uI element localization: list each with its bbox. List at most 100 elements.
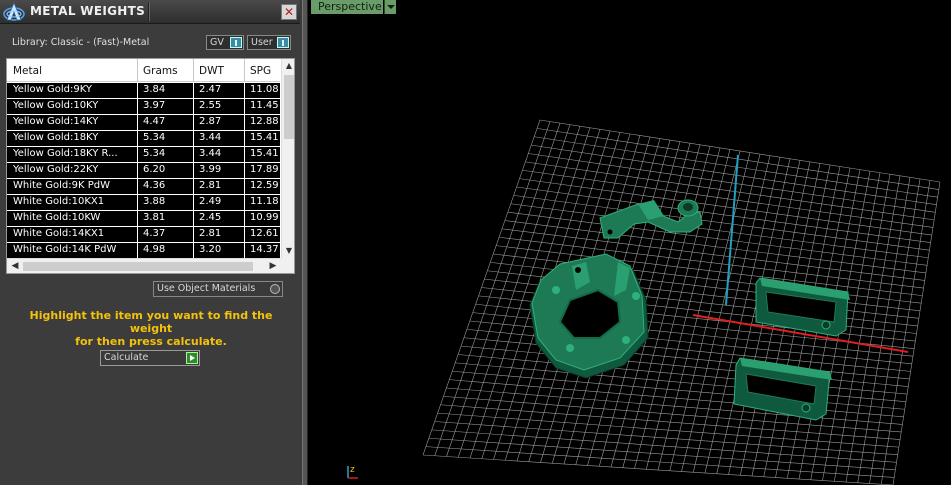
metal-weights-panel: METAL WEIGHTS ✕ Library: Classic - (Fast… — [0, 0, 302, 485]
cell-dwt: 2.49 — [199, 196, 222, 207]
clasp-arm-model[interactable] — [599, 199, 703, 239]
instruction-line: for then press calculate. — [75, 335, 227, 348]
cell-metal: Yellow Gold:18KY R... — [13, 148, 118, 159]
radio-icon[interactable] — [270, 284, 280, 294]
cell-spg: 12.88 — [250, 116, 279, 127]
use-object-materials-label: Use Object Materials — [157, 283, 256, 294]
grid-line — [425, 446, 895, 478]
cell-spg: 12.61 — [250, 228, 279, 239]
ring-model[interactable] — [529, 253, 649, 379]
instruction-line: Highlight the item you want to find the … — [29, 309, 273, 335]
grid-line — [857, 177, 911, 483]
cell-metal: White Gold:9K PdW — [13, 180, 110, 191]
grid-line — [422, 454, 894, 485]
grid-line — [845, 175, 901, 483]
cell-grams: 3.81 — [143, 212, 166, 223]
cell-grams: 3.84 — [143, 84, 166, 95]
table-row[interactable]: Yellow Gold:18KY 5.34 3.44 15.41 — [7, 131, 280, 147]
cell-grams: 4.98 — [143, 244, 166, 255]
scroll-down-arrow-icon[interactable]: ▼ — [282, 244, 294, 258]
table-horizontal-scrollbar[interactable]: ◀ ▶ — [7, 258, 281, 273]
cell-metal: White Gold:10KX1 — [13, 196, 105, 207]
user-toggle[interactable]: User — [247, 35, 291, 50]
table-row[interactable]: White Gold:10KX1 3.88 2.49 11.18 — [7, 195, 280, 211]
use-object-materials-option[interactable]: Use Object Materials — [153, 281, 283, 297]
vertical-scroll-thumb[interactable] — [284, 75, 294, 139]
cell-spg: 17.89 — [250, 164, 279, 175]
column-header-metal[interactable]: Metal — [13, 65, 42, 77]
panel-title: METAL WEIGHTS — [30, 4, 146, 18]
column-header-dwt[interactable]: DWT — [199, 65, 224, 77]
cell-metal: Yellow Gold:14KY — [13, 116, 99, 127]
table-row[interactable]: Yellow Gold:18KY R... 5.34 3.44 15.41 — [7, 147, 280, 163]
table-row[interactable]: White Gold:14K PdW 4.98 3.20 14.37 — [7, 243, 280, 259]
table-row[interactable]: Yellow Gold:14KY 4.47 2.87 12.88 — [7, 115, 280, 131]
table-body: Yellow Gold:9KY 3.84 2.47 11.08 Yellow Gold… — [7, 83, 280, 259]
cell-dwt: 2.47 — [199, 84, 222, 95]
cell-spg: 15.41 — [250, 148, 279, 159]
cell-spg: 12.59 — [250, 180, 279, 191]
viewport-menu-dropdown-icon[interactable] — [384, 0, 396, 14]
cell-spg: 15.41 — [250, 132, 279, 143]
instruction-text: Highlight the item you want to find the … — [10, 309, 292, 348]
gv-toggle-label: GV — [210, 37, 224, 48]
cell-dwt: 2.87 — [199, 116, 222, 127]
grid-line — [437, 412, 899, 448]
column-divider[interactable] — [244, 59, 245, 82]
table-row[interactable]: White Gold:10KW 3.81 2.45 10.99 — [7, 211, 280, 227]
column-divider[interactable] — [193, 59, 194, 82]
scroll-up-arrow-icon[interactable]: ▲ — [282, 59, 294, 73]
table-row[interactable]: Yellow Gold:9KY 3.84 2.47 11.08 — [7, 83, 280, 99]
grid-line — [869, 178, 921, 484]
app-logo-icon — [3, 1, 25, 21]
cell-grams: 4.36 — [143, 180, 166, 191]
calculate-label: Calculate — [104, 352, 149, 363]
cell-dwt: 2.81 — [199, 180, 222, 191]
close-button[interactable]: ✕ — [281, 4, 297, 20]
cell-dwt: 2.81 — [199, 228, 222, 239]
column-divider[interactable] — [137, 59, 138, 82]
column-header-spg[interactable]: SPG — [250, 65, 271, 77]
user-toggle-label: User — [251, 37, 273, 48]
play-arrow-icon[interactable] — [186, 352, 198, 364]
cell-grams: 4.37 — [143, 228, 166, 239]
table-header: Metal Grams DWT SPG — [7, 59, 280, 82]
calculate-button[interactable]: Calculate — [100, 350, 200, 366]
cell-metal: White Gold:14KX1 — [13, 228, 105, 239]
scroll-left-arrow-icon[interactable]: ◀ — [9, 259, 21, 273]
cell-spg: 11.45 — [250, 100, 279, 111]
cell-dwt: 3.20 — [199, 244, 222, 255]
cell-dwt: 2.55 — [199, 100, 222, 111]
grid-line — [880, 180, 931, 485]
table-row[interactable]: White Gold:14KX1 4.37 2.81 12.61 — [7, 227, 280, 243]
cell-dwt: 3.99 — [199, 164, 222, 175]
cell-grams: 5.34 — [143, 148, 166, 159]
cell-dwt: 3.44 — [199, 132, 222, 143]
gv-toggle-switch-icon[interactable] — [230, 37, 242, 48]
cell-grams: 3.97 — [143, 100, 166, 111]
gv-toggle[interactable]: GV — [206, 35, 244, 50]
scrollbar-corner — [281, 258, 294, 273]
axis-triad-label: z — [350, 465, 355, 475]
table-row[interactable]: Yellow Gold:10KY 3.97 2.55 11.45 — [7, 99, 280, 115]
cell-grams: 4.47 — [143, 116, 166, 127]
cell-spg: 14.37 — [250, 244, 279, 255]
3d-viewport[interactable]: z Perspective — [308, 0, 951, 485]
metal-table[interactable]: Metal Grams DWT SPG Yellow Gold:9KY 3.84 2… — [6, 58, 295, 274]
cell-metal: White Gold:14K PdW — [13, 244, 117, 255]
scroll-right-arrow-icon[interactable]: ▶ — [267, 259, 279, 273]
table-row[interactable]: White Gold:9K PdW 4.36 2.81 12.59 — [7, 179, 280, 195]
ground-grid — [422, 119, 941, 485]
user-toggle-switch-icon[interactable] — [277, 37, 289, 48]
column-header-grams[interactable]: Grams — [143, 65, 178, 77]
cell-grams: 5.34 — [143, 132, 166, 143]
cell-dwt: 3.44 — [199, 148, 222, 159]
bracket-model-bottom[interactable] — [733, 357, 832, 421]
3d-scene[interactable]: z — [308, 0, 951, 485]
horizontal-scroll-thumb[interactable] — [23, 262, 253, 271]
y-axis-line — [725, 154, 739, 306]
table-row[interactable]: Yellow Gold:22KY 6.20 3.99 17.89 — [7, 163, 280, 179]
viewport-view-label[interactable]: Perspective — [311, 0, 383, 14]
table-vertical-scrollbar[interactable]: ▲ ▼ — [281, 59, 294, 258]
cell-metal: Yellow Gold:10KY — [13, 100, 99, 111]
